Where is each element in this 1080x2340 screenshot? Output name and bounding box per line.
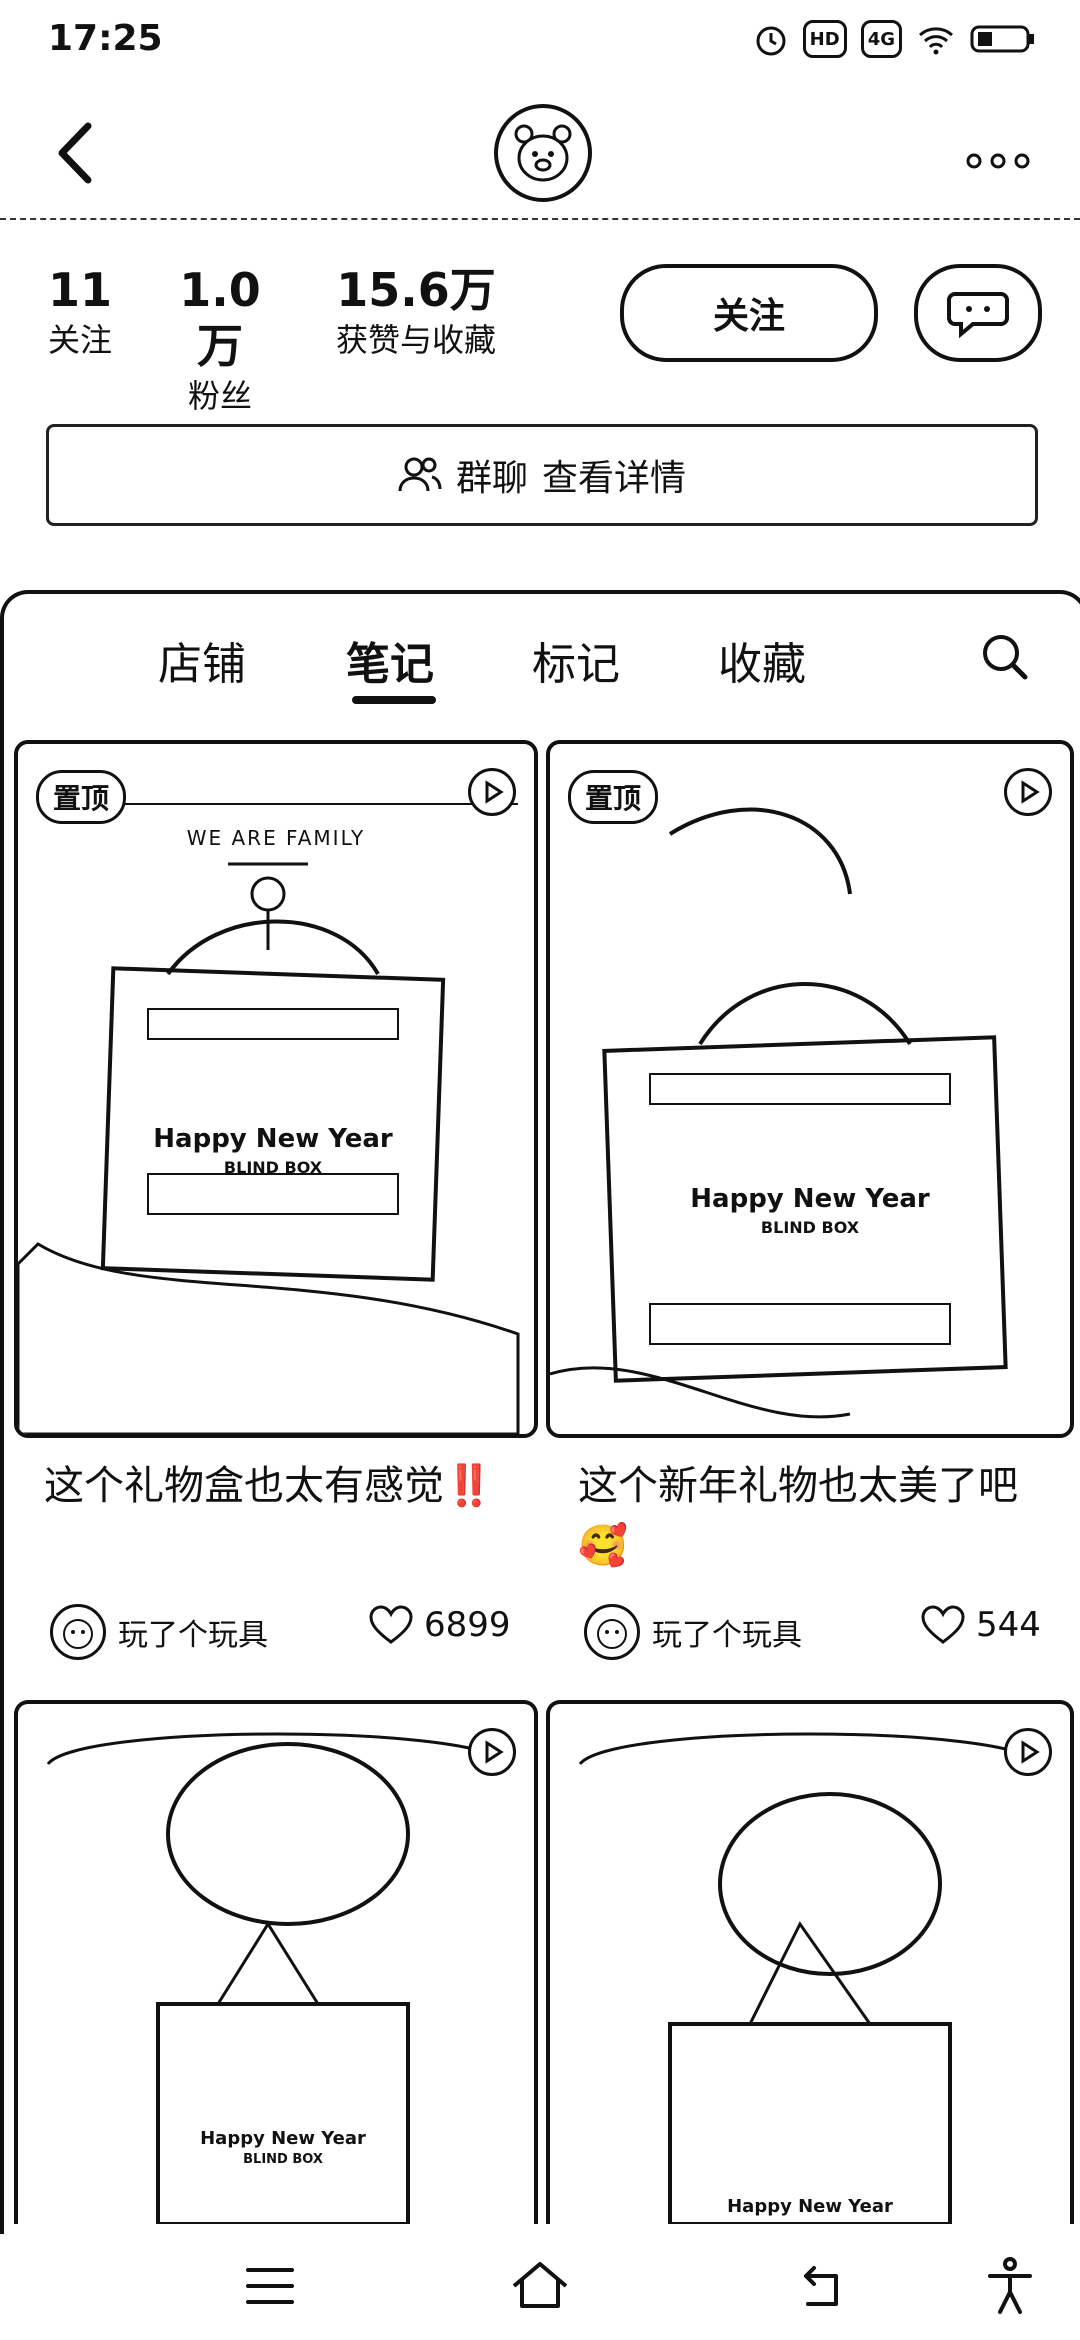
note-card-image[interactable]: WE ARE FAMILY Happy New Year BLIND BOX 置… <box>14 740 538 1438</box>
like-count: 544 <box>976 1605 1041 1645</box>
video-play-icon <box>468 768 516 816</box>
image-caption-top: WE ARE FAMILY <box>186 826 366 850</box>
note-likes[interactable]: 6899 <box>368 1604 511 1646</box>
group-detail-label: 查看详情 <box>542 458 687 499</box>
group-chat-button[interactable]: 群聊 查看详情 <box>46 424 1038 526</box>
message-button[interactable] <box>914 264 1042 362</box>
author-avatar-icon <box>584 1604 640 1660</box>
image-caption-sub: BLIND BOX <box>760 1218 860 1237</box>
stat-following-label: 关注 <box>47 321 112 359</box>
tab-notes[interactable]: 笔记 <box>346 628 434 692</box>
image-caption-sub: BLIND BOX <box>223 1158 323 1177</box>
image-caption-main: Happy New Year <box>153 1124 393 1154</box>
more-button[interactable] <box>966 128 1030 182</box>
video-play-icon <box>1004 1728 1052 1776</box>
note-likes[interactable]: 544 <box>920 1604 1041 1646</box>
back-icon[interactable] <box>790 2256 850 2316</box>
wifi-icon <box>919 27 953 55</box>
image-caption-main: Happy New Year <box>690 1184 930 1214</box>
stat-fans-value: 1.0万 <box>179 263 261 373</box>
signal-4g-icon: 4G <box>860 20 902 58</box>
menu-icon[interactable] <box>240 2256 300 2316</box>
stat-likes-value: 15.6万 <box>336 263 496 317</box>
tab-marks[interactable]: 标记 <box>532 628 620 692</box>
note-title[interactable]: 这个礼物盒也太有感觉‼️ <box>44 1456 524 1516</box>
video-play-icon <box>468 1728 516 1776</box>
note-image <box>550 807 1008 1419</box>
search-icon[interactable] <box>980 632 1030 682</box>
stat-likes-label: 获赞与收藏 <box>335 321 496 359</box>
like-count: 6899 <box>424 1605 511 1645</box>
group-chat-label: 群聊 <box>455 458 528 499</box>
status-icons: HD 4G <box>753 20 1036 58</box>
chat-bubble-icon <box>947 292 1009 338</box>
stat-likes-saves[interactable]: 15.6万 获赞与收藏 <box>326 262 506 362</box>
back-button[interactable] <box>48 118 108 188</box>
image-caption-main: Happy New Year <box>727 2196 893 2217</box>
active-tab-indicator <box>352 696 436 704</box>
note-author[interactable]: 玩了个玩具 <box>50 1604 268 1660</box>
stat-fans-label: 粉丝 <box>187 377 252 415</box>
author-name: 玩了个玩具 <box>652 1618 802 1653</box>
group-users-icon <box>398 457 442 492</box>
bear-avatar-icon <box>514 124 572 182</box>
author-name: 玩了个玩具 <box>118 1618 268 1653</box>
note-card-image[interactable]: Happy New Year BLIND BOX 置顶 <box>546 740 1074 1438</box>
accessibility-icon[interactable] <box>980 2256 1040 2316</box>
heart-icon <box>369 1605 413 1644</box>
image-caption-main: Happy New Year <box>200 2128 366 2149</box>
more-dots-icon <box>966 153 1030 169</box>
image-caption-sub: BLIND BOX <box>243 2152 323 2167</box>
note-image <box>578 1732 1042 2224</box>
note-title[interactable]: 这个新年礼物也太美了吧🥰 <box>578 1456 1058 1576</box>
alarm-icon <box>756 26 786 56</box>
battery-icon <box>970 25 1034 53</box>
header-divider <box>0 218 1080 220</box>
status-time: 17:25 <box>48 18 163 59</box>
heart-icon <box>921 1605 965 1644</box>
author-avatar-icon <box>50 1604 106 1660</box>
home-icon[interactable] <box>510 2256 570 2316</box>
note-author[interactable]: 玩了个玩具 <box>584 1604 802 1660</box>
note-card-image[interactable]: Happy New Year BLIND BOX <box>14 1700 538 2224</box>
tab-store[interactable]: 店铺 <box>158 628 246 692</box>
avatar[interactable] <box>494 104 592 202</box>
stat-following-value: 11 <box>47 263 112 317</box>
tab-favorites[interactable]: 收藏 <box>718 628 806 692</box>
pinned-badge: 置顶 <box>36 770 127 824</box>
follow-button[interactable]: 关注 <box>620 264 878 362</box>
video-play-icon <box>1004 768 1052 816</box>
pinned-badge: 置顶 <box>568 770 659 824</box>
stat-following[interactable]: 11 关注 <box>40 262 120 362</box>
hd-icon: HD <box>802 20 847 58</box>
stat-fans[interactable]: 1.0万 粉丝 <box>160 262 280 418</box>
note-card-image[interactable]: Happy New Year <box>546 1700 1074 2224</box>
